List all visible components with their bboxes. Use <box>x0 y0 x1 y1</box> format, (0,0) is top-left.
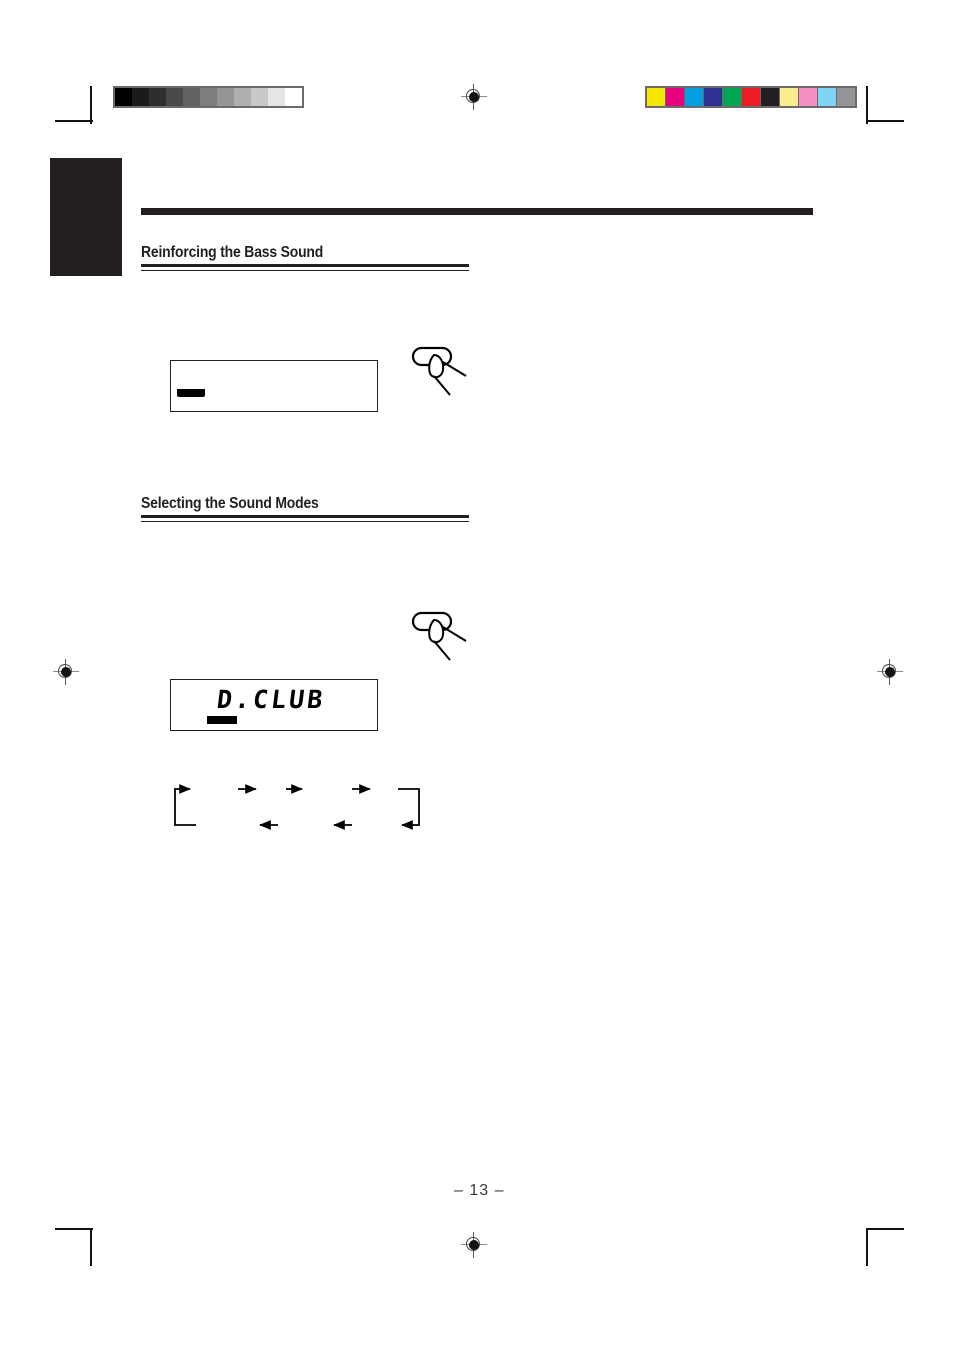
crop-mark-vertical <box>90 86 92 124</box>
gray-swatch <box>268 88 285 106</box>
color-swatch <box>799 88 817 106</box>
registration-core <box>61 667 71 677</box>
registration-core <box>469 92 479 102</box>
page-title: Selecting the Sound Modes <box>141 495 319 512</box>
color-swatch <box>723 88 741 106</box>
color-swatch <box>647 88 665 106</box>
gray-swatch <box>166 88 183 106</box>
crop-mark-horizontal <box>866 1228 904 1230</box>
grayscale-calibration-strip <box>113 86 304 108</box>
gray-swatch <box>200 88 217 106</box>
finger-press-button-icon <box>410 610 472 664</box>
gray-swatch <box>234 88 251 106</box>
section-tab-marker <box>50 158 122 276</box>
registration-target-icon <box>877 659 903 685</box>
heading-rule <box>141 521 469 523</box>
crop-mark-horizontal <box>866 120 904 122</box>
heading-rule <box>141 264 469 267</box>
sound-mode-lcd-text: D.CLUB <box>215 685 328 714</box>
heading-rule <box>141 515 469 518</box>
gray-swatch <box>251 88 268 106</box>
crop-mark-vertical <box>866 86 868 124</box>
color-swatch <box>704 88 722 106</box>
sound-mode-indicator-bar <box>207 716 237 724</box>
registration-target-icon <box>461 1232 487 1258</box>
color-calibration-strip <box>645 86 857 108</box>
gray-swatch <box>183 88 200 106</box>
gray-swatch <box>115 88 132 106</box>
gray-swatch <box>285 88 302 106</box>
color-swatch <box>685 88 703 106</box>
color-swatch <box>818 88 836 106</box>
sound-mode-display-panel: D.CLUB <box>170 679 378 731</box>
registration-core <box>469 1240 479 1250</box>
heading-rule <box>141 270 469 272</box>
registration-target-icon <box>53 659 79 685</box>
gray-swatch <box>217 88 234 106</box>
finger-press-button-icon <box>410 345 472 399</box>
color-swatch <box>780 88 798 106</box>
crop-mark-horizontal <box>55 120 93 122</box>
page-number: – 13 – <box>454 1182 505 1199</box>
page-top-rule <box>141 208 813 215</box>
gray-swatch <box>132 88 149 106</box>
color-swatch <box>761 88 779 106</box>
gray-swatch <box>149 88 166 106</box>
page-title: Reinforcing the Bass Sound <box>141 244 324 261</box>
bass-display-panel <box>170 360 378 412</box>
registration-target-icon <box>461 84 487 110</box>
color-swatch <box>666 88 684 106</box>
color-swatch <box>837 88 855 106</box>
manual-page: Reinforcing the Bass Sound Selecting the… <box>0 0 954 1352</box>
color-swatch <box>742 88 760 106</box>
bass-indicator-bar <box>177 389 205 397</box>
registration-core <box>885 667 895 677</box>
crop-mark-vertical <box>866 1228 868 1266</box>
crop-mark-horizontal <box>55 1228 93 1230</box>
crop-mark-vertical <box>90 1228 92 1266</box>
sound-mode-cycle-diagram <box>170 782 430 835</box>
